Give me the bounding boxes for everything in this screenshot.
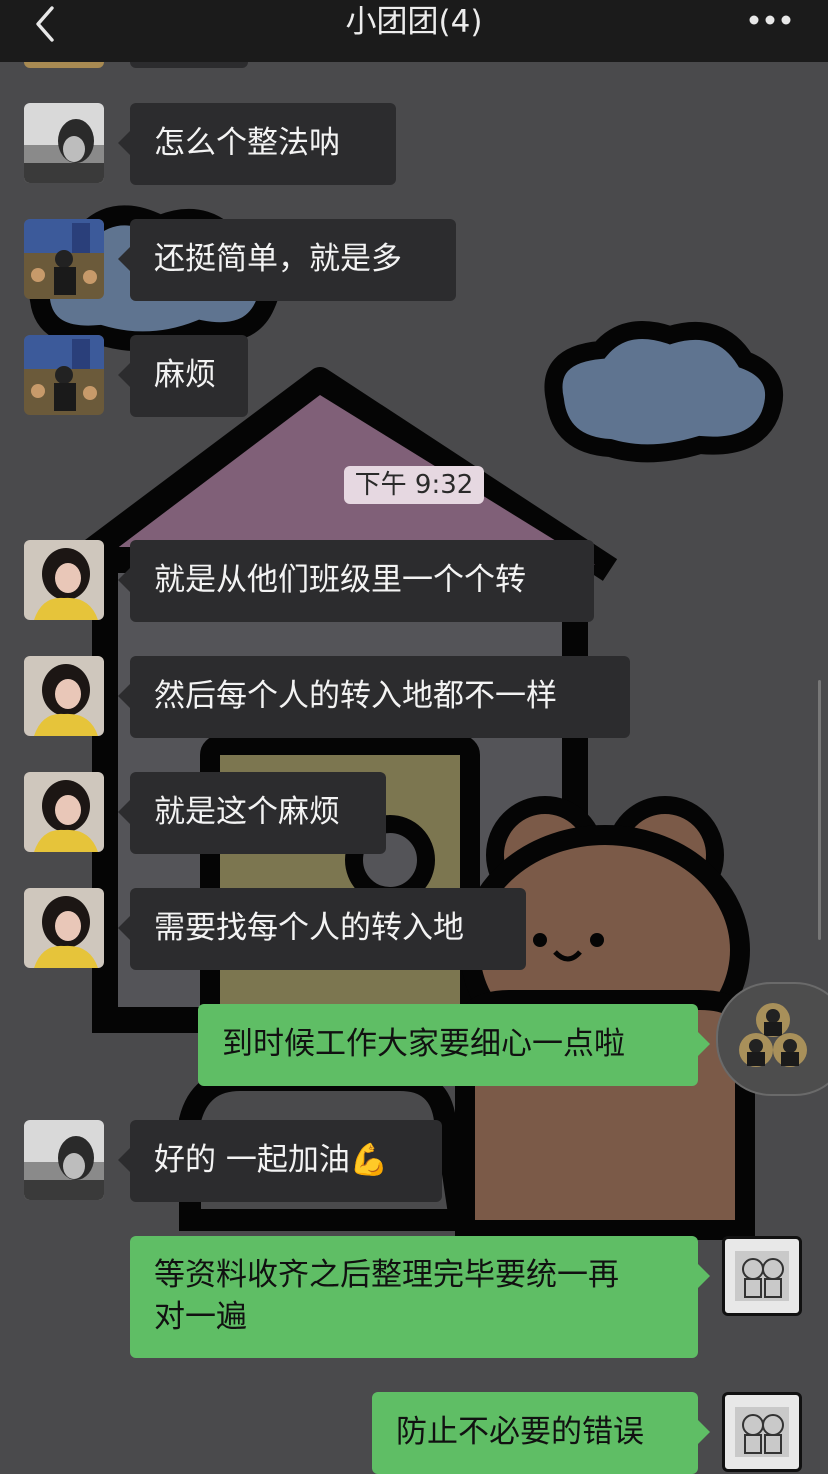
chat-header: 小团团(4) <box>0 0 828 62</box>
avatar-girl-yellow[interactable] <box>24 656 104 736</box>
message-bubble[interactable]: 就是这个麻烦 <box>118 772 386 854</box>
message-bubble[interactable]: 麻烦 <box>118 335 248 417</box>
avatar-bw-portrait[interactable] <box>24 103 104 183</box>
message-line: 等资料收齐之后整理完毕要统一再 <box>154 1257 619 1293</box>
chat-title: 小团团(4) <box>345 4 483 40</box>
floating-call-widget[interactable] <box>716 982 828 1096</box>
more-dots-icon[interactable] <box>746 6 798 36</box>
avatar-girl-yellow[interactable] <box>24 540 104 620</box>
avatar-girl-yellow[interactable] <box>24 772 104 852</box>
message-bubble[interactable]: 怎么个整法呐 <box>118 103 396 185</box>
avatar-bears-sketch[interactable] <box>722 1236 802 1316</box>
message-line: 对一遍 <box>154 1299 247 1335</box>
message-bubble[interactable]: 就是从他们班级里一个个转 <box>118 540 594 622</box>
message-bubble[interactable]: 还挺简单，就是多 <box>118 219 456 301</box>
avatar-crowd-photo[interactable] <box>24 335 104 415</box>
message-bubble[interactable]: 然后每个人的转入地都不一样 <box>118 656 630 738</box>
group-avatars-icon <box>739 1003 807 1067</box>
wallpaper-cloud-right <box>544 321 783 463</box>
message-bubble[interactable]: 好的 一起加油💪 <box>118 1120 442 1202</box>
avatar-bears-sketch[interactable] <box>722 1392 802 1472</box>
message-bubble[interactable]: 等资料收齐之后整理完毕要统一再 对一遍 <box>130 1236 710 1358</box>
avatar-crowd-photo[interactable] <box>24 219 104 299</box>
scrollbar[interactable] <box>818 680 821 940</box>
message-bubble[interactable]: 需要找每个人的转入地 <box>118 888 526 970</box>
message-bubble[interactable]: 防止不必要的错误 <box>372 1392 710 1474</box>
avatar-bw-portrait[interactable] <box>24 1120 104 1200</box>
message-bubble[interactable]: 到时候工作大家要细心一点啦 <box>198 1004 710 1086</box>
avatar-girl-yellow[interactable] <box>24 888 104 968</box>
timestamp-label: 下午 9:32 <box>344 466 484 504</box>
